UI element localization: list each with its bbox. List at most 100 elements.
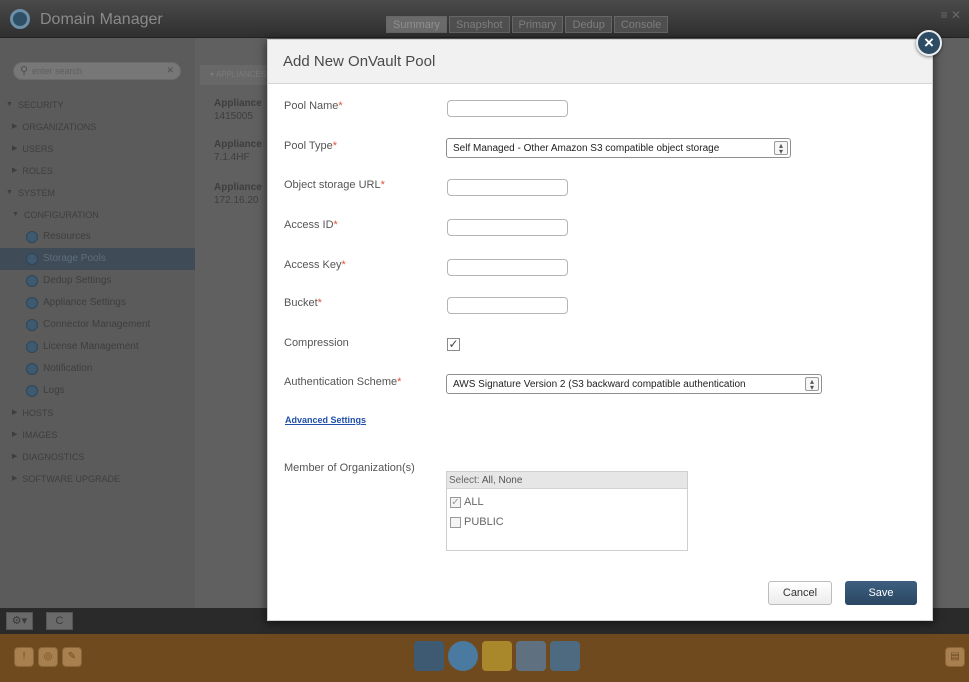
sidebar-item[interactable]: Resources [0,226,195,248]
sidebar-item[interactable]: ▶ HOSTS [0,402,195,424]
select-spinner-icon: ▴ ▾ [805,377,819,392]
appliance-row[interactable]: Appliance 7.1.4HF [214,138,270,164]
org-all-checkbox[interactable]: ✓ [450,496,461,508]
auth-scheme-label: Authentication Scheme* [284,376,401,388]
save-button[interactable]: Save [845,581,917,605]
tab-snapshot[interactable]: Snapshot [449,16,510,33]
org-option-all[interactable]: ✓ ALL [450,496,484,508]
select-spinner-icon: ▴ ▾ [774,141,788,156]
report-icon[interactable] [550,641,580,671]
menu-icon[interactable]: ≡ ✕ [941,8,961,22]
chevron-down-icon: ▼ [6,101,13,108]
dialog-header: Add New OnVault Pool [268,40,932,84]
domain-manager-icon[interactable] [414,641,444,671]
sidebar-item[interactable]: License Management [0,336,195,358]
sidebar-item-label: SOFTWARE UPGRADE [22,474,121,484]
appliance-row[interactable]: Appliance 172.16.20 [214,181,270,207]
sidebar-item[interactable]: ▶ IMAGES [0,424,195,446]
sidebar-item-label: Appliance Settings [43,297,126,308]
access-id-input[interactable] [447,219,568,236]
info-icon[interactable]: ! [14,647,34,667]
dialog-title: Add New OnVault Pool [283,53,436,70]
select-all-link[interactable]: All [482,475,493,486]
sidebar-item[interactable]: ▶ USERS [0,138,195,160]
sidebar-item-label: Logs [43,385,65,396]
tab-console[interactable]: Console [613,16,669,33]
appliance-name: Appliance [214,139,262,150]
sidebar-item[interactable]: ▶ ORGANIZATIONS [0,116,195,138]
keyboard-icon[interactable]: ▤ [945,647,965,667]
org-option-public[interactable]: PUBLIC [450,516,504,528]
sidebar-item[interactable]: Storage Pools [0,248,195,270]
appliance-detail: 7.1.4HF [214,152,250,163]
bucket-input[interactable] [447,297,568,314]
globe-icon [26,253,38,265]
compression-checkbox[interactable]: ✓ [447,338,460,351]
sla-architect-icon[interactable] [482,641,512,671]
sidebar: ⚲ enter search ✕ ▼ SECURITY ▶ ORGANIZATIONS… [0,38,195,608]
sidebar-item[interactable]: ▶ ROLES [0,160,195,182]
refresh-icon[interactable]: C [46,612,73,630]
sidebar-item-label: ROLES [22,166,53,176]
pool-type-select[interactable]: Self Managed - Other Amazon S3 compatibl… [446,138,791,158]
globe-icon [26,385,38,397]
object-url-input[interactable] [447,179,568,196]
bucket-label-text: Bucket [284,297,318,309]
search-input[interactable]: ⚲ enter search ✕ [13,62,181,80]
select-none-link[interactable]: None [499,475,523,486]
sidebar-item-label: ORGANIZATIONS [22,122,97,132]
pool-name-label: Pool Name* [284,100,343,112]
gear-icon[interactable]: ⚙▾ [6,612,33,630]
settings-icon[interactable]: ◎ [38,647,58,667]
sidebar-item[interactable]: Notification [0,358,195,380]
sidebar-item[interactable]: ▶ DIAGNOSTICS [0,446,195,468]
required-mark: * [338,100,343,112]
appliance-row[interactable]: Appliance 1415005 [214,97,270,123]
advanced-settings-link[interactable]: Advanced Settings [285,415,366,425]
chevron-right-icon: ▶ [12,409,18,416]
auth-scheme-select[interactable]: AWS Signature Version 2 (S3 backward com… [446,374,822,394]
org-select-bar: Select: All, None [447,472,687,489]
cancel-button[interactable]: Cancel [768,581,832,605]
sidebar-item-label: SECURITY [17,100,64,110]
sidebar-item[interactable]: ▼ CONFIGURATION [0,204,195,226]
sidebar-item[interactable]: ▼ SECURITY [0,94,195,116]
sidebar-item[interactable]: Logs [0,380,195,402]
required-mark: * [332,140,338,152]
monitor-icon[interactable] [516,641,546,671]
sidebar-item[interactable]: Appliance Settings [0,292,195,314]
sidebar-item[interactable]: Dedup Settings [0,270,195,292]
sidebar-item[interactable]: ▶ SOFTWARE UPGRADE [0,468,195,490]
edit-icon[interactable]: ✎ [62,647,82,667]
access-id-label: Access ID* [284,219,338,231]
appliances-header-label: APPLIANCES [215,70,267,79]
tab-dedup[interactable]: Dedup [565,16,612,33]
org-public-checkbox[interactable] [450,516,461,528]
sidebar-item-label: DIAGNOSTICS [22,452,85,462]
access-key-input[interactable] [447,259,568,276]
tab-primary[interactable]: Primary [511,16,564,33]
clear-icon[interactable]: ✕ [166,65,174,76]
app-manager-icon[interactable] [448,641,478,671]
sidebar-item-label: CONFIGURATION [23,210,99,220]
appliance-name: Appliance [214,98,262,109]
appliances-header[interactable]: ▾ APPLIANCES [200,65,270,85]
sidebar-item-label: SYSTEM [17,188,55,198]
add-onvault-pool-dialog: Add New OnVault Pool Pool Name* Pool Typ… [267,39,933,621]
tab-summary[interactable]: Summary [386,16,448,33]
organizations-label: Member of Organization(s) [284,462,415,474]
chevron-right-icon: ▶ [12,123,18,130]
object-url-label-text: Object storage URL [284,179,381,191]
sidebar-item[interactable]: ▼ SYSTEM [0,182,195,204]
auth-scheme-label-text: Authentication Scheme [284,376,398,388]
sidebar-item[interactable]: Connector Management [0,314,195,336]
chevron-down-icon: ▼ [12,211,19,218]
globe-icon [26,297,38,309]
close-dialog-button[interactable]: × [916,30,942,56]
top-bar: Domain Manager Summary Snapshot Primary … [0,0,969,38]
org-option-label: ALL [464,496,484,508]
chevron-right-icon: ▶ [12,167,18,174]
search-placeholder: enter search [32,66,83,76]
bucket-label: Bucket* [284,297,322,309]
pool-name-input[interactable] [447,100,568,117]
